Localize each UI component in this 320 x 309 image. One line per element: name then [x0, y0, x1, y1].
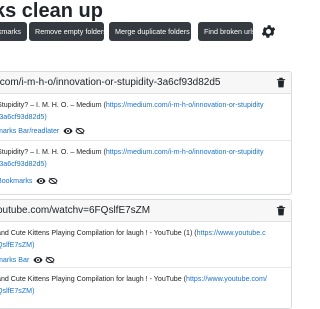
- eye-slash-icon[interactable]: [75, 127, 85, 135]
- duplicate-url: outube.com/watchv=6FQslfE7sZM: [0, 205, 151, 216]
- item-divider: [0, 267, 291, 268]
- bookmark-folder[interactable]: marks Bar: [0, 256, 29, 264]
- bookmark-title: Stupidity? – I. M. H. O. – Medium (https…: [0, 100, 281, 124]
- bookmark-folder[interactable]: marks Bar/readlater: [0, 127, 59, 135]
- bookmark-title-text: Stupidity? – I. M. H. O. – Medium (: [0, 101, 106, 109]
- bookmark-link-cont[interactable]: QslfE7sZM): [0, 241, 34, 249]
- bookmark-link-cont[interactable]: -3a6cf93d82d5): [0, 160, 47, 168]
- bookmark-link[interactable]: https://www.youtube.c: [197, 229, 266, 237]
- bookmark-folder-row: marks Bar/readlater: [0, 126, 85, 136]
- eye-icon[interactable]: [63, 127, 73, 135]
- eye-slash-icon[interactable]: [48, 177, 59, 185]
- bookmarks-button[interactable]: kmarks: [0, 22, 27, 41]
- toolbar: kmarks Remove empty folders Merge duplic…: [0, 22, 300, 42]
- eye-icon[interactable]: [33, 256, 43, 264]
- bookmark-folder-row: Bookmarks: [0, 176, 59, 186]
- bookmark-title: and Cute Kittens Playing Compilation for…: [0, 228, 281, 252]
- duplicate-group-card: outube.com/watchv=6FQslfE7sZM and Cute K…: [0, 199, 292, 309]
- bookmark-title-text: and Cute Kittens Playing Compilation for…: [0, 275, 187, 283]
- bookmark-link-cont[interactable]: QslfE7sZM): [0, 287, 34, 295]
- bookmark-link[interactable]: https://www.youtube.com/: [186, 275, 267, 283]
- bookmark-title-text: and Cute Kittens Playing Compilation for…: [0, 229, 197, 237]
- bookmark-title-text: Stupidity? – I. M. H. O. – Medium (: [0, 148, 106, 156]
- trash-icon[interactable]: [276, 205, 286, 216]
- eye-icon[interactable]: [36, 177, 46, 185]
- bookmark-folder[interactable]: Bookmarks: [0, 177, 32, 185]
- merge-duplicate-folders-button[interactable]: Merge duplicate folders: [109, 22, 191, 41]
- bookmark-link[interactable]: https://medium.com/i-m-h-o/innovation-or…: [106, 101, 264, 109]
- find-broken-urls-button[interactable]: Find broken urls: [198, 22, 256, 41]
- bookmark-link[interactable]: https://medium.com/i-m-h-o/innovation-or…: [106, 148, 264, 156]
- item-divider: [0, 140, 291, 141]
- card-header: .com/i-m-h-o/innovation-or-stupidity-3a6…: [0, 72, 291, 94]
- duplicate-url: .com/i-m-h-o/innovation-or-stupidity-3a6…: [0, 77, 221, 88]
- bookmark-folder-row: marks Bar: [0, 255, 55, 265]
- eye-slash-icon[interactable]: [45, 256, 55, 264]
- card-header: outube.com/watchv=6FQslfE7sZM: [0, 200, 291, 222]
- trash-icon[interactable]: [276, 77, 286, 88]
- gear-icon[interactable]: [260, 23, 277, 40]
- bookmark-link-cont[interactable]: -3a6cf93d82d5): [0, 113, 47, 121]
- remove-empty-folders-button[interactable]: Remove empty folders: [29, 22, 107, 41]
- duplicate-group-card: .com/i-m-h-o/innovation-or-stupidity-3a6…: [0, 71, 292, 195]
- bookmark-title: Stupidity? – I. M. H. O. – Medium (https…: [0, 147, 281, 171]
- page-title: ks clean up: [0, 0, 103, 22]
- bookmark-title: and Cute Kittens Playing Compilation for…: [0, 274, 281, 298]
